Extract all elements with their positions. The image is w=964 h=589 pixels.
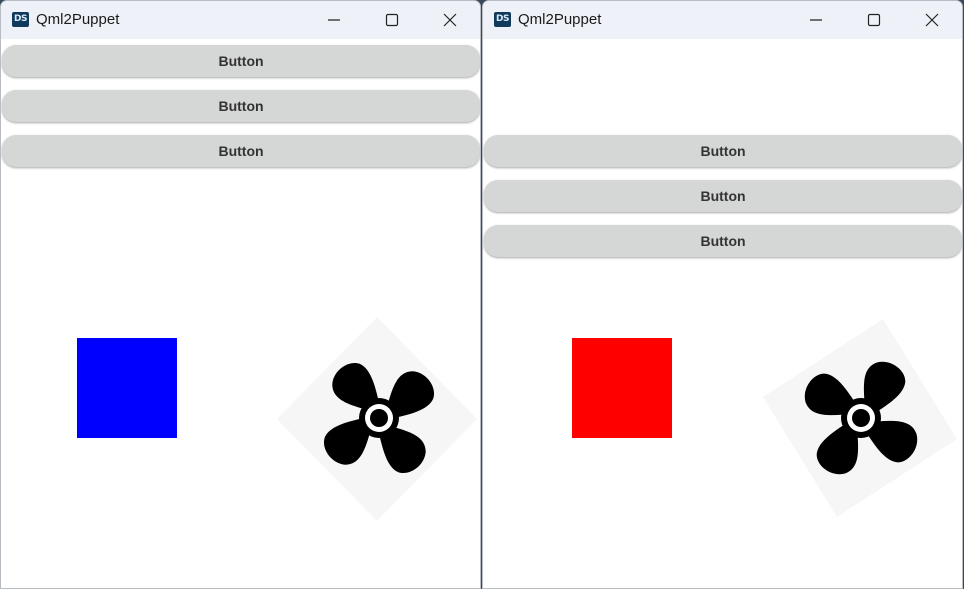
window-title: Qml2Puppet [36,11,120,28]
app-icon: DS [494,12,511,27]
propeller-fan-icon [804,361,918,475]
window-content: Button Button Button [1,39,480,588]
button-2[interactable]: Button [2,90,480,122]
button-1[interactable]: Button [2,45,480,77]
title-bar[interactable]: DS Qml2Puppet [483,1,962,39]
red-square [572,338,672,438]
maximize-button[interactable] [369,1,415,39]
button-1[interactable]: Button [484,135,962,167]
window-title: Qml2Puppet [518,11,602,28]
window-content: Button Button Button [483,39,962,588]
close-icon [925,13,939,27]
maximize-button[interactable] [851,1,897,39]
button-3[interactable]: Button [2,135,480,167]
close-icon [443,13,457,27]
button-3[interactable]: Button [484,225,962,257]
blue-square [77,338,177,438]
minimize-icon [810,19,822,21]
minimize-button[interactable] [311,1,357,39]
close-button[interactable] [427,1,473,39]
maximize-icon [385,13,399,27]
maximize-icon [867,13,881,27]
window-right: DS Qml2Puppet Button Button Button [482,0,963,589]
close-button[interactable] [909,1,955,39]
app-icon: DS [12,12,29,27]
title-bar[interactable]: DS Qml2Puppet [1,1,480,39]
minimize-button[interactable] [793,1,839,39]
minimize-icon [328,19,340,21]
propeller-fan-icon [323,362,435,474]
window-left: DS Qml2Puppet Button Button Button [0,0,481,589]
button-2[interactable]: Button [484,180,962,212]
